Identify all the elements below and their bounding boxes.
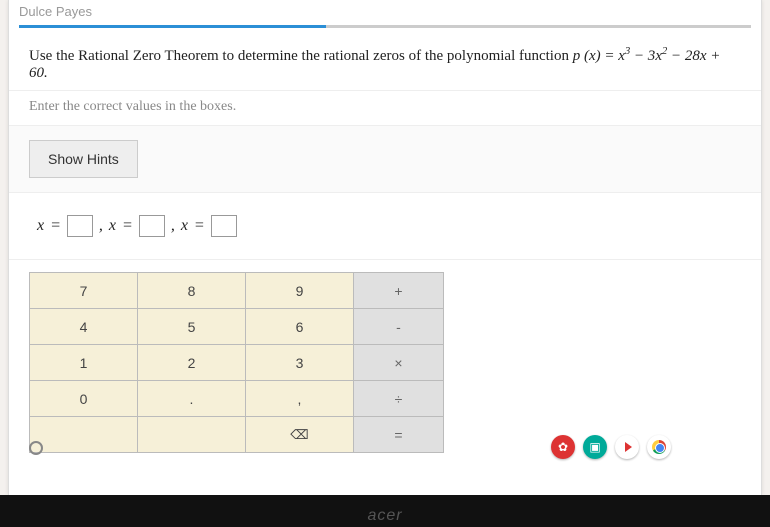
laptop-bezel: acer [0,495,770,527]
key-9[interactable]: 9 [246,273,354,309]
backspace-icon: ⌫ [290,427,308,443]
answer-sep-2: , [171,217,175,235]
key-comma[interactable]: , [246,381,354,417]
question-text: Use the Rational Zero Theorem to determi… [9,28,761,91]
key-5[interactable]: 5 [138,309,246,345]
answer-input-3[interactable] [211,215,237,237]
key-4[interactable]: 4 [30,309,138,345]
key-2[interactable]: 2 [138,345,246,381]
question-prefix: Use the Rational Zero Theorem to determi… [29,48,573,64]
progress-fill [19,25,326,28]
answer-eq-2: = [122,217,133,235]
key-dot[interactable]: . [138,381,246,417]
student-name: Dulce Payes [9,0,761,25]
key-1[interactable]: 1 [30,345,138,381]
key-8[interactable]: 8 [138,273,246,309]
answer-var-2: x [109,217,116,235]
shelf: ✿ ▣ [551,435,671,459]
key-divide[interactable]: ÷ [354,381,444,417]
key-equals[interactable]: = [354,417,444,453]
instruction-text: Enter the correct values in the boxes. [9,91,761,126]
launcher-icon[interactable] [29,441,43,455]
key-6[interactable]: 6 [246,309,354,345]
keypad-area: 7 8 9 + 4 5 6 - 1 2 3 × 0 . , ÷ [9,260,761,453]
key-empty-2 [138,417,246,453]
key-times[interactable]: × [354,345,444,381]
key-plus[interactable]: + [354,273,444,309]
brand-label: acer [367,507,402,525]
key-empty-1 [30,417,138,453]
play-icon[interactable] [615,435,639,459]
progress-bar [19,25,751,28]
polynomial-lhs: p (x) = [573,48,619,64]
key-7[interactable]: 7 [30,273,138,309]
key-minus[interactable]: - [354,309,444,345]
key-0[interactable]: 0 [30,381,138,417]
keypad: 7 8 9 + 4 5 6 - 1 2 3 × 0 . , ÷ [29,272,444,453]
key-backspace[interactable]: ⌫ [246,417,354,453]
answer-input-2[interactable] [139,215,165,237]
present-icon[interactable]: ▣ [583,435,607,459]
chrome-icon[interactable] [647,435,671,459]
answer-eq-3: = [194,217,205,235]
answer-var-1: x [37,217,44,235]
screencast-icon[interactable]: ✿ [551,435,575,459]
answer-var-3: x [181,217,188,235]
answer-eq-1: = [50,217,61,235]
key-3[interactable]: 3 [246,345,354,381]
answer-row: x = , x = , x = [9,193,761,260]
answer-sep-1: , [99,217,103,235]
answer-input-1[interactable] [67,215,93,237]
show-hints-button[interactable]: Show Hints [29,140,138,178]
hints-row: Show Hints [9,126,761,193]
